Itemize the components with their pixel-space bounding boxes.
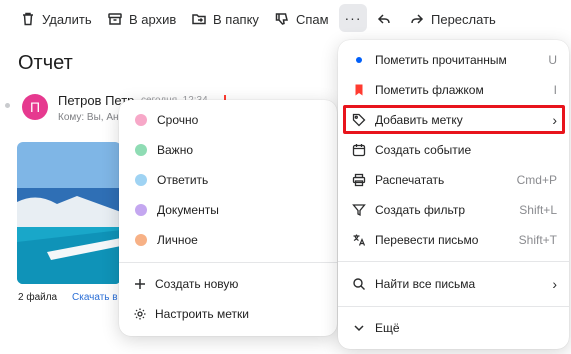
shortcut-hint: U xyxy=(548,53,557,67)
files-count: 2 файла xyxy=(18,292,58,303)
menu-item-mark-flag[interactable]: Пометить флажком I xyxy=(338,75,569,105)
reply-all-button[interactable] xyxy=(376,6,398,32)
menu-item-create-filter[interactable]: Создать фильтр Shift+L xyxy=(338,195,569,225)
trash-icon xyxy=(23,12,33,26)
highlight-frame xyxy=(343,105,565,134)
create-label-button[interactable]: Создать новую xyxy=(119,269,337,299)
delete-button[interactable]: Удалить xyxy=(20,6,92,32)
label-color-dot xyxy=(135,174,147,186)
calendar-icon xyxy=(351,142,367,158)
menu-item-label: Распечатать xyxy=(375,173,445,187)
label-name: Срочно xyxy=(157,113,199,127)
label-option-personal[interactable]: Личное xyxy=(119,225,337,255)
label-option-important[interactable]: Важно xyxy=(119,135,337,165)
label-color-dot xyxy=(135,204,147,216)
menu-item-create-event[interactable]: Создать событие xyxy=(338,135,569,165)
archive-button[interactable]: В архив xyxy=(107,6,176,32)
email-subject: Отчет xyxy=(18,52,73,74)
seaside-photo-image xyxy=(17,142,121,284)
configure-labels-button[interactable]: Настроить метки xyxy=(119,299,337,329)
flag-icon xyxy=(351,82,367,98)
archive-icon xyxy=(108,13,122,25)
avatar[interactable]: П xyxy=(22,94,48,120)
recipients-line[interactable]: Кому: Вы, Ан xyxy=(58,112,119,123)
shortcut-hint: I xyxy=(553,83,557,97)
menu-item-translate[interactable]: Перевести письмо Shift+T xyxy=(338,225,569,255)
move-to-folder-button[interactable]: В папку xyxy=(191,6,259,32)
label-name: Документы xyxy=(157,203,219,217)
label-color-dot xyxy=(135,144,147,156)
forward-icon xyxy=(411,14,424,24)
menu-item-label: Создать фильтр xyxy=(375,203,465,217)
label-color-dot xyxy=(135,234,147,246)
archive-label: В архив xyxy=(129,11,177,27)
menu-item-find-all[interactable]: Найти все письма › xyxy=(338,269,569,299)
spam-button[interactable]: Спам xyxy=(274,6,329,32)
spam-label: Спам xyxy=(296,11,329,27)
labels-submenu: Срочно Важно Ответить Документы Личное С… xyxy=(119,100,337,336)
search-icon xyxy=(351,276,367,292)
divider xyxy=(338,261,569,262)
forward-label: Переслать xyxy=(431,11,496,27)
translate-icon xyxy=(351,232,367,248)
toolbar: Удалить В архив В папку Спам ··· Пересла… xyxy=(0,0,571,38)
delete-label: Удалить xyxy=(42,11,92,27)
menu-item-print[interactable]: Распечатать Cmd+P xyxy=(338,165,569,195)
more-actions-button[interactable]: ··· xyxy=(339,4,367,32)
divider xyxy=(119,262,337,263)
menu-item-label: Найти все письма xyxy=(375,277,476,291)
menu-item-label: Создать событие xyxy=(375,143,472,157)
label-name: Ответить xyxy=(157,173,209,187)
thumbs-down-icon xyxy=(275,13,288,25)
create-label-text: Создать новую xyxy=(155,277,239,291)
label-name: Личное xyxy=(157,233,198,247)
label-name: Важно xyxy=(157,143,194,157)
forward-button[interactable]: Переслать xyxy=(409,6,496,32)
label-option-documents[interactable]: Документы xyxy=(119,195,337,225)
more-actions-menu: Пометить прочитанным U Пометить флажком … xyxy=(338,40,569,349)
shortcut-hint: Shift+T xyxy=(518,233,557,247)
label-option-reply[interactable]: Ответить xyxy=(119,165,337,195)
unread-dot-icon xyxy=(351,52,367,68)
menu-item-more[interactable]: Ещё xyxy=(338,313,569,343)
shortcut-hint: Cmd+P xyxy=(516,173,557,187)
label-color-dot xyxy=(135,114,147,126)
more-dots-icon: ··· xyxy=(344,10,362,26)
shortcut-hint: Shift+L xyxy=(519,203,557,217)
label-option-urgent[interactable]: Срочно xyxy=(119,105,337,135)
plus-icon xyxy=(135,279,145,289)
menu-item-label: Пометить флажком xyxy=(375,83,484,97)
attachment-image-thumbnail[interactable] xyxy=(17,142,121,284)
menu-item-mark-read[interactable]: Пометить прочитанным U xyxy=(338,45,569,75)
menu-item-label: Перевести письмо xyxy=(375,233,479,247)
chevron-right-icon: › xyxy=(552,276,557,292)
chevron-down-icon xyxy=(351,320,367,336)
gear-icon xyxy=(134,308,146,320)
folder-move-icon xyxy=(192,14,206,25)
download-link[interactable]: Скачать в xyxy=(72,292,118,303)
divider xyxy=(338,306,569,307)
printer-icon xyxy=(351,172,367,188)
filter-icon xyxy=(351,202,367,218)
configure-labels-text: Настроить метки xyxy=(155,307,249,321)
reply-icon xyxy=(377,14,390,24)
move-label: В папку xyxy=(213,11,259,27)
menu-item-label: Пометить прочитанным xyxy=(375,53,507,67)
unread-dot xyxy=(5,103,10,108)
menu-item-label: Ещё xyxy=(375,321,400,335)
